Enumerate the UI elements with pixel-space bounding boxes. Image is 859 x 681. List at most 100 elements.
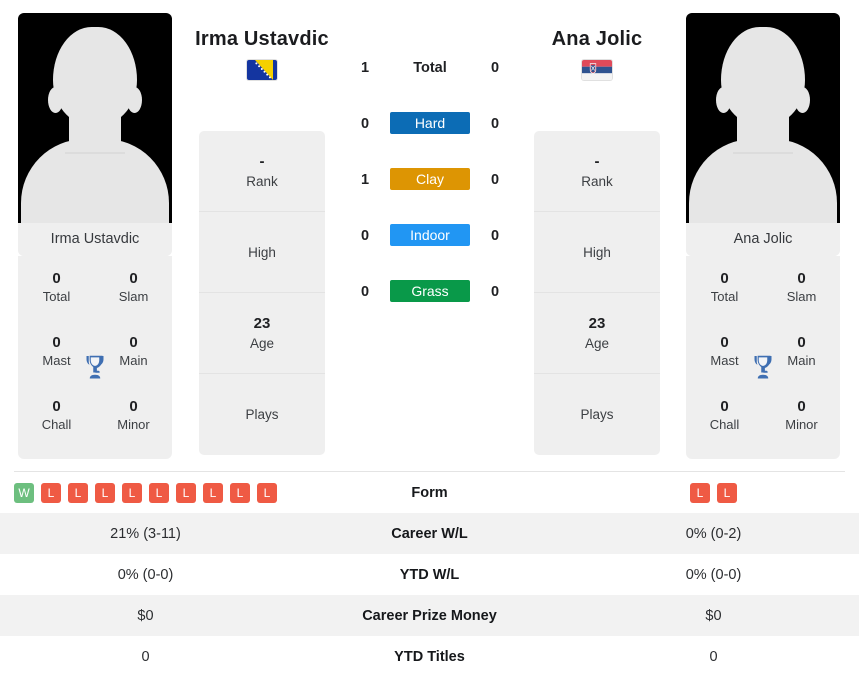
surface-count-left: 0 bbox=[360, 228, 370, 244]
stat-value-right: 0% (0-2) bbox=[685, 525, 742, 542]
surface-badge-hard[interactable]: Hard bbox=[390, 112, 470, 134]
info-label: Rank bbox=[246, 173, 278, 189]
player-comparison-header: Irma Ustavdic 0 Total 0 Slam 0 Mast 0 Ma… bbox=[0, 0, 859, 472]
info-row-rank-right: - Rank bbox=[534, 131, 660, 212]
player-name-left[interactable]: Irma Ustavdic bbox=[152, 26, 372, 52]
titles-cell-chall-left: 0 Chall bbox=[18, 397, 95, 434]
form-badge-loss[interactable]: L bbox=[68, 482, 88, 503]
silhouette-shoulder-line bbox=[65, 152, 125, 154]
surface-count-right: 0 bbox=[490, 172, 500, 188]
player-info-panel-left: - Rank High 23 Age Plays bbox=[199, 131, 325, 455]
stat-value-right: 0% (0-0) bbox=[685, 566, 742, 583]
surface-row-indoor: 0 Indoor 0 bbox=[330, 224, 530, 280]
table-row-form: WLLLLLLLLL Form LL bbox=[0, 472, 859, 513]
silhouette-ear-left-icon bbox=[48, 87, 63, 113]
titles-value: 0 bbox=[52, 334, 61, 351]
silhouette-ear-right-icon bbox=[127, 87, 142, 113]
info-label: Rank bbox=[581, 173, 613, 189]
silhouette-head-icon bbox=[721, 27, 805, 125]
surface-count-left: 1 bbox=[360, 172, 370, 188]
form-badges-left: WLLLLLLLLL bbox=[0, 482, 291, 503]
form-badge-loss[interactable]: L bbox=[717, 482, 737, 503]
form-badge-loss[interactable]: L bbox=[690, 482, 710, 503]
titles-value: 0 bbox=[129, 270, 138, 287]
titles-cell-minor-right: 0 Minor bbox=[763, 397, 840, 434]
trophy-icon bbox=[80, 352, 110, 382]
form-badge-loss[interactable]: L bbox=[122, 482, 142, 503]
info-row-age-right: 23 Age bbox=[534, 293, 660, 374]
form-badge-loss[interactable]: L bbox=[203, 482, 223, 503]
player-avatar-card-left[interactable]: Irma Ustavdic bbox=[18, 13, 172, 256]
surface-badge-indoor[interactable]: Indoor bbox=[390, 224, 470, 246]
table-row-ytd-wl: 0% (0-0) YTD W/L 0% (0-0) bbox=[0, 554, 859, 595]
stat-label-form: Form bbox=[411, 484, 448, 501]
titles-label: Total bbox=[42, 289, 71, 304]
info-row-plays-left: Plays bbox=[199, 374, 325, 455]
titles-value: 0 bbox=[720, 398, 729, 415]
surface-count-left: 1 bbox=[360, 60, 370, 76]
titles-value: 0 bbox=[52, 398, 61, 415]
player-info-panel-right: - Rank High 23 Age Plays bbox=[534, 131, 660, 455]
table-row-ytd-titles: 0 YTD Titles 0 bbox=[0, 636, 859, 677]
form-badge-loss[interactable]: L bbox=[95, 482, 115, 503]
titles-value: 0 bbox=[52, 270, 61, 287]
stat-label-ytd-wl: YTD W/L bbox=[399, 566, 460, 583]
form-badges-right: LL bbox=[568, 482, 859, 503]
form-badge-loss[interactable]: L bbox=[41, 482, 61, 503]
form-badge-loss[interactable]: L bbox=[257, 482, 277, 503]
titles-label: Minor bbox=[117, 417, 150, 432]
info-row-rank-left: - Rank bbox=[199, 131, 325, 212]
avatar-caption-right: Ana Jolic bbox=[686, 223, 840, 256]
stat-value-right: 0 bbox=[709, 648, 718, 665]
player-heading-right: Ana Jolic bbox=[487, 26, 707, 80]
surface-head-to-head-column: 1 Total 0 0 Hard 0 1 Clay 0 0 Indoor 0 0 bbox=[330, 56, 530, 336]
titles-value: 0 bbox=[129, 334, 138, 351]
titles-cell-slam-right: 0 Slam bbox=[763, 269, 840, 306]
avatar-photo-right bbox=[686, 13, 840, 223]
silhouette-shoulder-line bbox=[733, 152, 793, 154]
info-value: 23 bbox=[253, 314, 271, 332]
surface-row-clay: 1 Clay 0 bbox=[330, 168, 530, 224]
stat-label-career-wl: Career W/L bbox=[391, 525, 468, 542]
silhouette-ear-left-icon bbox=[716, 87, 731, 113]
table-row-career-wl: 21% (3-11) Career W/L 0% (0-2) bbox=[0, 513, 859, 554]
form-badge-loss[interactable]: L bbox=[230, 482, 250, 503]
stat-value-left: $0 bbox=[137, 607, 154, 624]
titles-panel-right: 0 Total 0 Slam 0 Mast 0 Main 0 Chall 0 M… bbox=[686, 256, 840, 459]
titles-label: Minor bbox=[785, 417, 818, 432]
titles-cell-slam-left: 0 Slam bbox=[95, 269, 172, 306]
titles-value: 0 bbox=[720, 334, 729, 351]
stat-value-left: 0 bbox=[141, 648, 150, 665]
silhouette-ear-right-icon bbox=[795, 87, 810, 113]
form-badge-win[interactable]: W bbox=[14, 482, 34, 503]
surface-count-left: 0 bbox=[360, 116, 370, 132]
form-badge-loss[interactable]: L bbox=[176, 482, 196, 503]
titles-value: 0 bbox=[797, 270, 806, 287]
titles-cell-minor-left: 0 Minor bbox=[95, 397, 172, 434]
stat-value-right: $0 bbox=[705, 607, 722, 624]
surface-row-grass: 0 Grass 0 bbox=[330, 280, 530, 336]
titles-cell-chall-right: 0 Chall bbox=[686, 397, 763, 434]
avatar-photo-left bbox=[18, 13, 172, 223]
stat-label-career-prize-money: Career Prize Money bbox=[362, 607, 497, 624]
titles-label: Chall bbox=[709, 417, 740, 432]
info-label: High bbox=[583, 244, 611, 260]
surface-badge-clay[interactable]: Clay bbox=[390, 168, 470, 190]
form-badge-loss[interactable]: L bbox=[149, 482, 169, 503]
info-value: 23 bbox=[588, 314, 606, 332]
avatar-caption-left: Irma Ustavdic bbox=[18, 223, 172, 256]
titles-label: Slam bbox=[786, 289, 817, 304]
titles-label: Slam bbox=[118, 289, 149, 304]
trophy-icon bbox=[748, 352, 778, 382]
info-row-age-left: 23 Age bbox=[199, 293, 325, 374]
player-avatar-card-right[interactable]: Ana Jolic bbox=[686, 13, 840, 256]
surface-count-right: 0 bbox=[490, 228, 500, 244]
surface-label-total: Total bbox=[413, 60, 447, 76]
player-name-right[interactable]: Ana Jolic bbox=[487, 26, 707, 52]
titles-label: Chall bbox=[41, 417, 72, 432]
titles-label: Total bbox=[710, 289, 739, 304]
stat-value-left: 0% (0-0) bbox=[117, 566, 174, 583]
surface-badge-grass[interactable]: Grass bbox=[390, 280, 470, 302]
info-label: Plays bbox=[580, 407, 614, 422]
titles-value: 0 bbox=[797, 398, 806, 415]
